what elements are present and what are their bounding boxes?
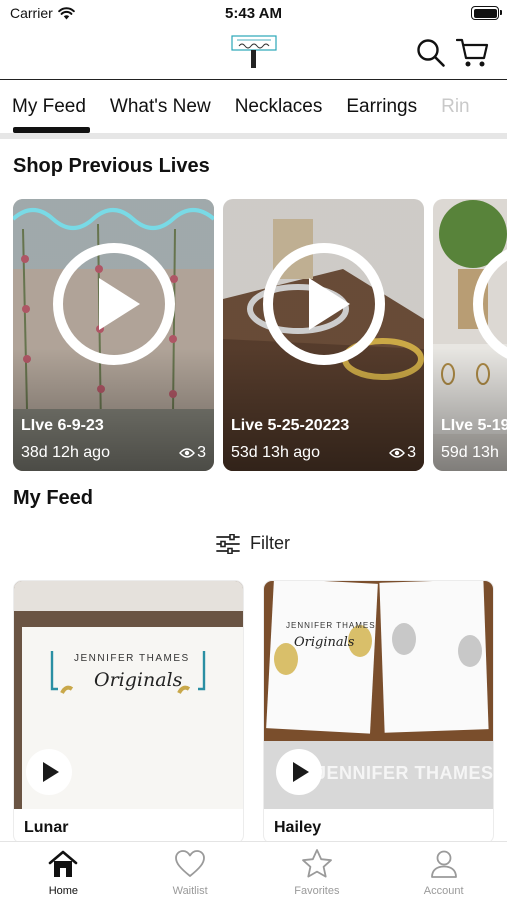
live-time-ago: 38d 12h ago: [21, 444, 110, 461]
product-card[interactable]: JENNIFER THAMES Originals Lunar: [14, 581, 243, 843]
product-card-script: Originals: [294, 635, 355, 650]
live-time-ago: 59d 13h: [441, 444, 499, 461]
product-card-script: Originals: [94, 669, 183, 691]
home-icon: [49, 850, 78, 877]
eye-icon: [389, 448, 406, 458]
product-card[interactable]: JENNIFER THAMES Originals JENNIFER THAME…: [264, 581, 493, 843]
tab-earrings[interactable]: Earrings: [334, 81, 429, 133]
product-card-brand: JENNIFER THAMES: [286, 621, 376, 630]
bottom-nav: Home Waitlist Favorites Account: [0, 841, 507, 900]
live-time-ago: 53d 13h ago: [231, 444, 320, 461]
product-card-brand: JENNIFER THAMES: [74, 653, 190, 664]
live-card[interactable]: LIve 6-9-23 38d 12h ago 3: [13, 199, 214, 471]
play-icon[interactable]: [52, 242, 176, 366]
live-card[interactable]: Live 5-25-20223 53d 13h ago 3: [223, 199, 424, 471]
sliders-icon: [216, 533, 240, 554]
product-watermark: JENNIFER THAMES ORIGINALS: [316, 763, 493, 783]
play-icon[interactable]: [26, 749, 72, 795]
live-card[interactable]: LIve 5-19 59d 13h: [433, 199, 507, 471]
section-title-my-feed: My Feed: [13, 487, 94, 509]
nav-waitlist[interactable]: Waitlist: [127, 842, 254, 900]
play-icon[interactable]: [262, 242, 386, 366]
live-view-count: 3: [197, 444, 206, 461]
search-icon[interactable]: [416, 38, 446, 68]
tab-necklaces[interactable]: Necklaces: [223, 81, 335, 133]
nav-label: Favorites: [294, 885, 340, 897]
person-icon: [430, 850, 457, 878]
play-icon[interactable]: [276, 749, 322, 795]
play-icon[interactable]: [472, 242, 507, 366]
live-view-count: 3: [407, 444, 416, 461]
nav-label: Account: [423, 885, 464, 897]
live-views: 3: [389, 444, 416, 462]
cart-icon[interactable]: [456, 37, 490, 69]
tab-whats-new[interactable]: What's New: [98, 81, 223, 133]
nav-home[interactable]: Home: [0, 842, 127, 900]
battery-icon: [471, 6, 502, 20]
category-tabs: My Feed What's New Necklaces Earrings Ri…: [0, 81, 507, 133]
star-icon: [301, 849, 332, 878]
status-time: 5:43 AM: [225, 5, 282, 22]
product-name: Hailey: [274, 819, 322, 836]
live-title: LIve 6-9-23: [21, 417, 104, 434]
filter-label: Filter: [250, 533, 290, 553]
lives-carousel[interactable]: LIve 6-9-23 38d 12h ago 3 Live 5-25-2022…: [0, 199, 507, 473]
nav-label: Waitlist: [172, 885, 208, 897]
nav-account[interactable]: Account: [380, 842, 507, 900]
filter-button[interactable]: Filter: [216, 533, 290, 554]
tabs-divider: [0, 133, 507, 139]
nav-label: Home: [48, 885, 79, 897]
section-title-previous-lives: Shop Previous Lives: [13, 155, 210, 177]
live-title: Live 5-25-20223: [231, 417, 350, 434]
heart-icon: [175, 850, 206, 877]
eye-icon: [179, 448, 196, 458]
app-header: [0, 28, 507, 80]
jennifer-thames-originals-logo[interactable]: [230, 32, 278, 70]
nav-favorites[interactable]: Favorites: [254, 842, 381, 900]
status-bar: Carrier 5:43 AM: [0, 0, 507, 28]
product-name: Lunar: [24, 819, 69, 836]
tab-rings[interactable]: Rin: [429, 81, 482, 133]
live-views: 3: [179, 444, 206, 462]
live-title: LIve 5-19: [441, 417, 507, 434]
tab-my-feed[interactable]: My Feed: [0, 81, 98, 133]
